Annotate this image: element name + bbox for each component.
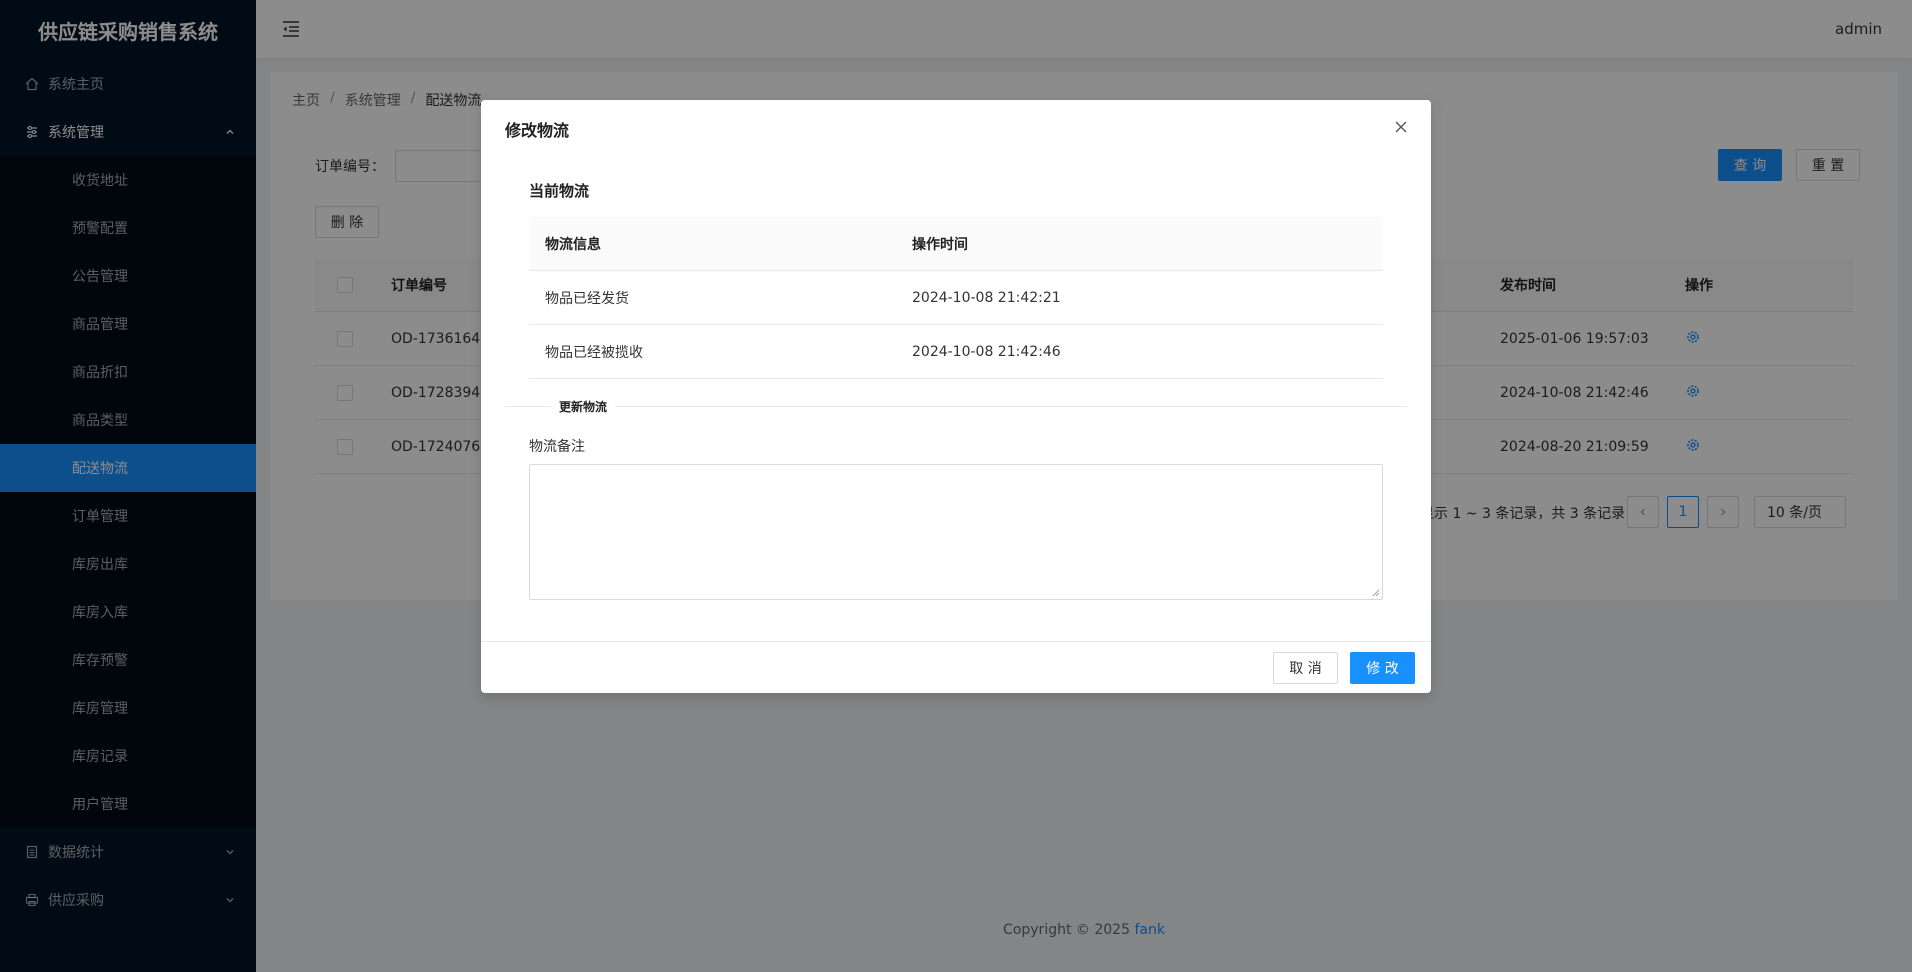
logistics-time: 2024-10-08 21:42:21: [912, 289, 1061, 306]
logistics-info: 物品已经发货: [545, 290, 629, 307]
update-logistics-title: 更新物流: [551, 398, 616, 415]
logistics-info: 物品已经被揽收: [545, 344, 643, 361]
close-icon[interactable]: [1391, 117, 1411, 137]
column-header-info: 物流信息: [545, 236, 601, 253]
submit-button[interactable]: 修 改: [1350, 652, 1415, 684]
modal-footer: 取 消 修 改: [481, 641, 1431, 693]
remark-textarea[interactable]: [529, 464, 1383, 600]
modal-title: 修改物流: [505, 121, 570, 140]
remark-label: 物流备注: [529, 439, 585, 455]
cancel-button[interactable]: 取 消: [1273, 652, 1338, 684]
table-row: 物品已经被揽收 2024-10-08 21:42:46: [529, 325, 1383, 379]
resize-handle-icon[interactable]: [1372, 589, 1380, 597]
logistics-history-table: 物流信息 操作时间 物品已经发货 2024-10-08 21:42:21 物品已…: [529, 217, 1383, 379]
column-header-time: 操作时间: [912, 236, 968, 253]
edit-logistics-modal: 修改物流 当前物流 物流信息 操作时间 物品已经发货 2024-10-08 21…: [481, 100, 1431, 693]
logistics-time: 2024-10-08 21:42:46: [912, 343, 1061, 360]
current-logistics-title: 当前物流: [529, 182, 590, 200]
table-header: 物流信息 操作时间: [529, 217, 1383, 271]
table-row: 物品已经发货 2024-10-08 21:42:21: [529, 271, 1383, 325]
section-divider: [505, 406, 1407, 407]
